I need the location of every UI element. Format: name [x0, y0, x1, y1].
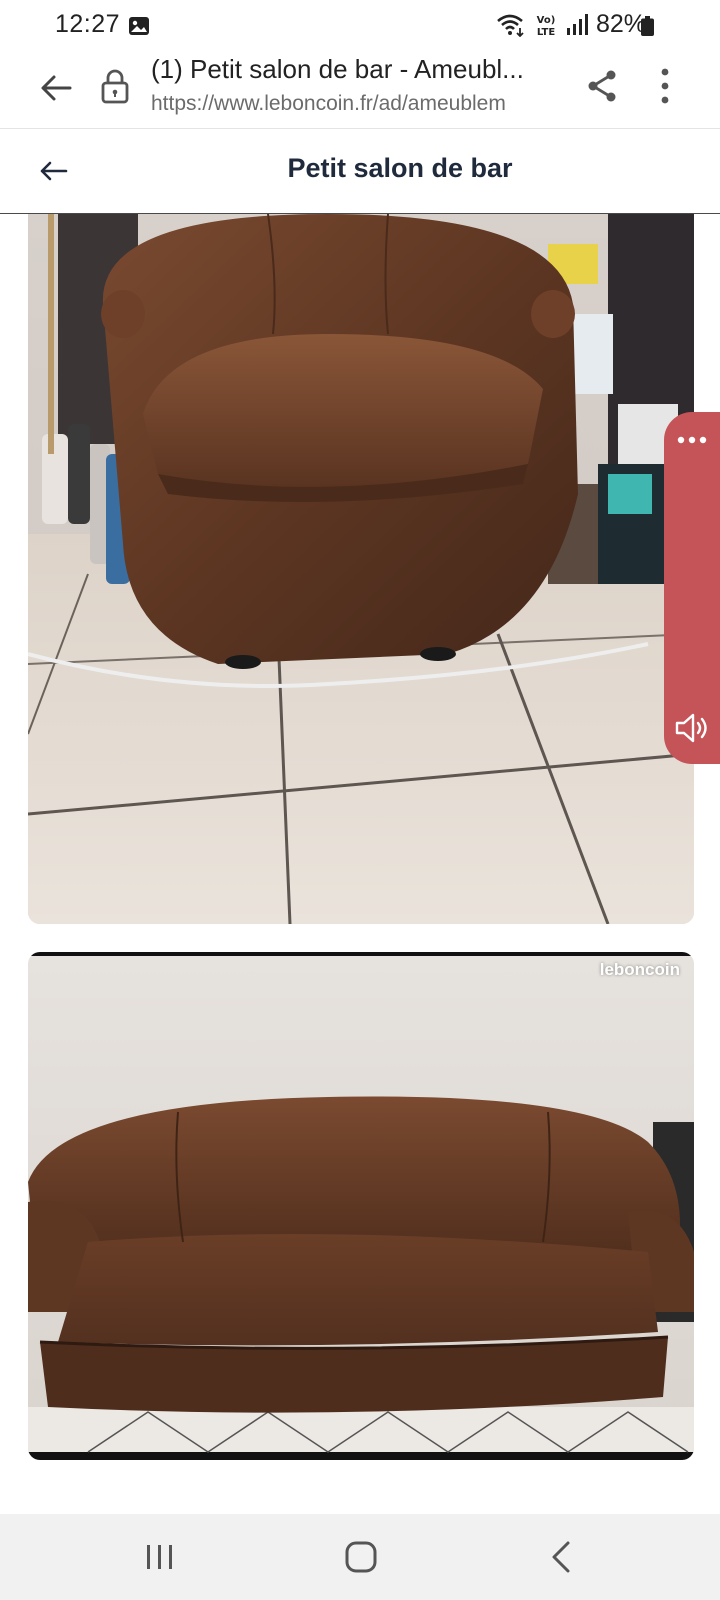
ad-title: Petit salon de bar: [287, 153, 513, 183]
home-icon[interactable]: [344, 1540, 378, 1574]
page-title[interactable]: (1) Petit salon de bar - Ameubl...: [151, 54, 524, 85]
share-icon[interactable]: [584, 68, 620, 104]
volume-icon[interactable]: [674, 712, 710, 744]
nav-back-icon[interactable]: [550, 1540, 572, 1574]
sofa-image: [28, 952, 694, 1460]
app-header: Petit salon de bar: [0, 129, 720, 214]
svg-text:LTE: LTE: [537, 27, 556, 38]
floating-side-panel[interactable]: [664, 412, 720, 764]
system-navigation-bar: [0, 1514, 720, 1600]
status-time: 12:27: [55, 10, 121, 38]
leboncoin-watermark: leboncoin: [599, 960, 680, 979]
phone-screen: 12:27 Vo) LTE 82% (1) Petit salon de bar…: [0, 0, 720, 1600]
battery-percent: 82%: [595, 10, 646, 38]
gallery-icon: [129, 17, 149, 35]
back-arrow-icon[interactable]: [38, 70, 74, 106]
url-address[interactable]: https://www.leboncoin.fr/ad/ameublem: [151, 92, 506, 116]
signal-icon: [566, 13, 588, 35]
armchair-image: [28, 214, 694, 924]
lock-icon[interactable]: [100, 68, 130, 104]
wifi-icon: [497, 14, 524, 37]
svg-text:Vo): Vo): [537, 15, 556, 26]
battery-icon: [641, 16, 654, 36]
volte-icon: Vo) LTE: [537, 15, 556, 38]
more-horiz-icon[interactable]: [676, 434, 708, 446]
browser-url-bar: (1) Petit salon de bar - Ameubl... https…: [0, 52, 720, 129]
status-icons: Vo) LTE 82%: [496, 10, 646, 39]
ad-photo-sofa[interactable]: leboncoin: [28, 952, 694, 1460]
recents-icon[interactable]: [144, 1542, 176, 1572]
ad-photo-armchair[interactable]: [28, 214, 694, 924]
more-vert-icon[interactable]: [650, 66, 680, 106]
status-bar: 12:27 Vo) LTE 82%: [0, 0, 720, 52]
